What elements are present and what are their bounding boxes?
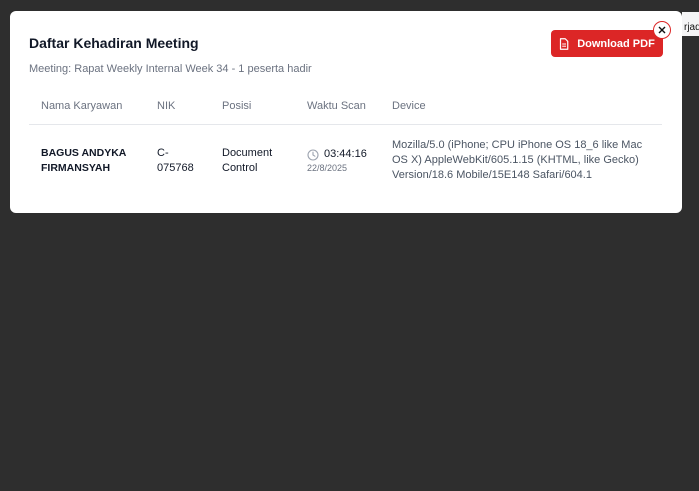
- table-row: BAGUS ANDYKA FIRMANSYAH C-075768 Documen…: [29, 125, 662, 205]
- attendance-table: Nama Karyawan NIK Posisi Waktu Scan Devi…: [29, 95, 662, 205]
- header-nik: NIK: [157, 100, 176, 112]
- modal-subtitle: Meeting: Rapat Weekly Internal Week 34 -…: [29, 63, 312, 75]
- cell-device: Mozilla/5.0 (iPhone; CPU iPhone OS 18_6 …: [392, 139, 643, 181]
- cell-name: BAGUS ANDYKA FIRMANSYAH: [41, 147, 126, 174]
- clock-icon: [307, 148, 319, 161]
- cell-nik: C-075768: [157, 147, 194, 174]
- scan-time-value: 03:44:16: [324, 148, 367, 160]
- document-icon: [560, 37, 569, 50]
- header-scan-time: Waktu Scan: [307, 100, 366, 112]
- modal-title: Daftar Kehadiran Meeting: [29, 35, 199, 51]
- scan-date-value: 22/8/2025: [307, 163, 348, 173]
- attendance-modal: Daftar Kehadiran Meeting Meeting: Rapat …: [10, 11, 682, 213]
- header-position: Posisi: [222, 100, 252, 112]
- table-header: Nama Karyawan NIK Posisi Waktu Scan Devi…: [29, 95, 662, 125]
- header-device: Device: [392, 100, 426, 112]
- cell-scan-time: 03:44:16 22/8/2025: [307, 147, 387, 176]
- download-pdf-label: Download PDF: [577, 37, 655, 50]
- close-icon: [658, 26, 666, 34]
- download-pdf-button[interactable]: Download PDF: [551, 30, 663, 57]
- header-name: Nama Karyawan: [41, 100, 123, 112]
- cell-position: Document Control: [222, 147, 273, 174]
- close-button[interactable]: [653, 21, 671, 39]
- background-page-text: rjad: [684, 22, 699, 33]
